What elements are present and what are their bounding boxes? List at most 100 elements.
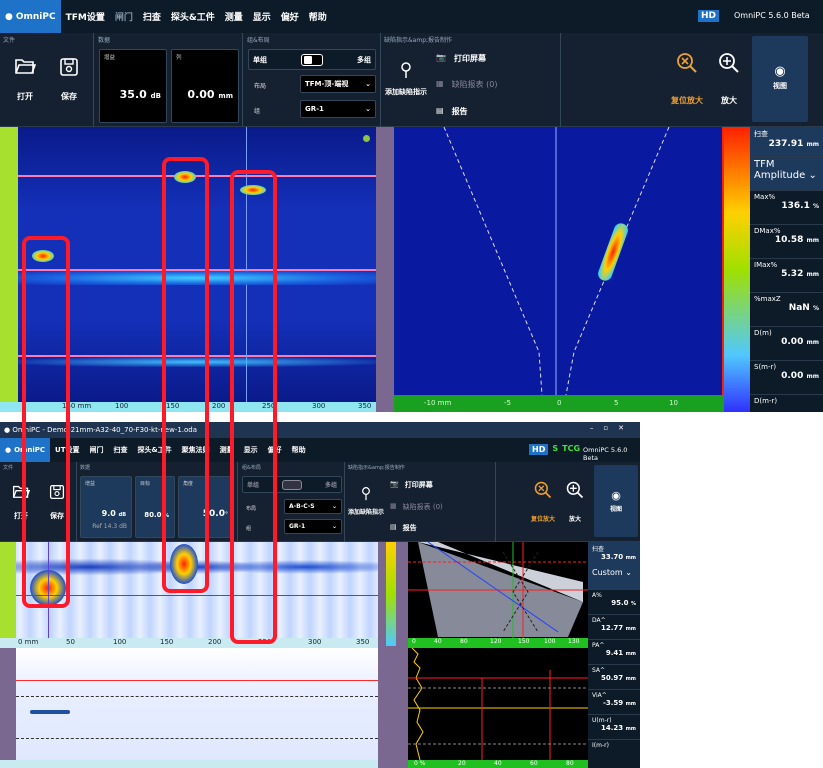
readout-imr: I(m-r): [592, 742, 609, 749]
report-button[interactable]: ▤ 报告: [436, 106, 468, 117]
add-defect-button[interactable]: 添加缺陷指示: [346, 486, 386, 517]
amplitude-palette: [724, 127, 750, 412]
c-scan-axis: 0 mm 50 100 150 200 250 300 350: [0, 638, 378, 648]
menu-measure[interactable]: 测量: [220, 10, 248, 23]
chevron-down-icon: ⌄: [331, 503, 337, 510]
zoom-in-icon: [566, 481, 584, 499]
column-label: 列: [176, 55, 182, 61]
section-data: 数据: [98, 37, 111, 44]
s-scan-view[interactable]: [408, 542, 588, 638]
open-button[interactable]: 打开: [8, 57, 42, 102]
menu-display[interactable]: 显示: [248, 10, 276, 23]
gain-label: 增益: [104, 55, 116, 61]
zoom-button[interactable]: 放大: [562, 480, 588, 523]
layout-select[interactable]: TFM-顶-端视 ⌄: [300, 75, 376, 93]
divider: [242, 33, 243, 127]
layout-select[interactable]: A-B-C-S ⌄: [284, 499, 342, 514]
b-scan-view[interactable]: [394, 127, 724, 395]
print-screen-button[interactable]: 📷 打印屏幕: [390, 480, 433, 490]
reset-zoom-button[interactable]: 复位放大: [525, 480, 561, 523]
toggle-switch[interactable]: [282, 479, 302, 490]
window-controls[interactable]: –▫✕: [590, 424, 634, 432]
eye-icon: ◉: [611, 489, 621, 502]
omnipc-logo[interactable]: ● OmniPC: [0, 0, 61, 33]
menu-scan[interactable]: 扫查: [138, 10, 166, 23]
group-select[interactable]: GR-1 ⌄: [284, 519, 342, 534]
gain-field[interactable]: 增益 9.0 dB Ref 14.3 dB: [80, 476, 132, 538]
section-group: 组&布局: [247, 37, 270, 44]
zoom-in-icon: [719, 53, 739, 73]
readout-via: ViA^ -3.59 mm: [588, 690, 640, 715]
readout-da: DA^ 12.77 mm: [588, 615, 640, 640]
save-icon: [60, 58, 78, 76]
menu-probe[interactable]: 探头&工件: [166, 10, 220, 23]
save-label: 保存: [61, 92, 77, 101]
bottom-readout-panel: 扫查 33.70 mm Custom ⌄ A% 95.0 % DA^ 12.77 mm…: [588, 542, 640, 768]
group-mode-toggle[interactable]: 单组 多组: [248, 49, 376, 70]
cursor-line[interactable]: [16, 595, 378, 596]
readout-scan: 扫查 33.70 mm: [588, 542, 640, 566]
report-button[interactable]: ▤ 报告: [390, 523, 417, 533]
bottom-ribbon: 文件 数据 组&布局 缺陷指示&amp;报告制作 打开 保存 增益 9.0 dB…: [0, 462, 640, 542]
view-button[interactable]: ◉ 视图: [594, 465, 638, 537]
top-readout-panel: 扫查 237.91 mm TFM Amplitude ⌄ Max% 136.1 % …: [750, 127, 823, 412]
beam-outline: [443, 127, 670, 395]
menu-scan[interactable]: 扫查: [108, 445, 132, 455]
clipboard-icon: ▤: [390, 523, 397, 531]
view-button[interactable]: ◉ 视图: [752, 36, 808, 122]
highlight-box: [230, 170, 277, 644]
toggle-switch[interactable]: [301, 53, 323, 66]
readout-dmax: DMax% 10.58 mm: [750, 225, 823, 259]
readout-dm: D(m) 0.00 mm: [750, 327, 823, 361]
readout-umr: U(m-r) 14.23 mm: [588, 715, 640, 740]
gate-line[interactable]: [16, 680, 378, 681]
chevron-down-icon: ⌄: [365, 80, 371, 88]
sector-plot: [408, 542, 588, 638]
gain-field[interactable]: 增益 35.0 dB: [99, 49, 167, 123]
color-scale-bar: [0, 127, 18, 402]
divider: [380, 33, 381, 127]
chevron-down-icon: ⌄: [625, 568, 632, 577]
a-scan-axis: 0 % 20 40 60 80: [408, 760, 588, 768]
depth-ruler: [376, 127, 394, 412]
group-select[interactable]: GR-1 ⌄: [300, 100, 376, 118]
save-button[interactable]: 保存: [52, 57, 86, 102]
readout-a: A% 95.0 %: [588, 590, 640, 615]
status-badges: HD S TCG: [529, 444, 580, 455]
single-group-label: 单组: [253, 55, 267, 64]
chevron-down-icon: ⌄: [365, 105, 371, 113]
defect-table-button[interactable]: ▦ 缺陷报表 (0): [436, 79, 497, 90]
a-scan-view[interactable]: [408, 648, 588, 760]
highlight-box: [162, 157, 209, 593]
column-field[interactable]: 列 0.00 mm: [171, 49, 239, 123]
zoom-button[interactable]: 放大: [713, 51, 745, 106]
menu-gate[interactable]: 闸门: [110, 10, 138, 23]
defect-table-button[interactable]: ▦ 缺陷报表 (0): [390, 502, 443, 512]
menu-gate[interactable]: 闸门: [84, 445, 108, 455]
depth-ruler: [378, 542, 408, 768]
color-scale-bar: [0, 542, 16, 638]
menu-tfm[interactable]: TFM设置: [61, 10, 110, 23]
menu-pref[interactable]: 偏好: [276, 10, 304, 23]
pin-icon: [401, 62, 411, 78]
pin-icon: [362, 487, 370, 501]
reset-zoom-button[interactable]: 复位放大: [665, 51, 709, 106]
add-defect-button[interactable]: 添加缺陷指示: [384, 61, 428, 97]
logo-icon: ●: [5, 11, 13, 22]
measure-set-select[interactable]: Custom ⌄: [588, 566, 640, 590]
d-scan-view[interactable]: [0, 648, 378, 760]
section-file: 文件: [3, 37, 16, 44]
readout-maxz: %maxZ NaN %: [750, 293, 823, 327]
status-dot: [363, 135, 370, 142]
table-icon: ▦: [436, 79, 444, 88]
measure-set-select[interactable]: TFM Amplitude ⌄: [750, 157, 823, 191]
print-screen-button[interactable]: 📷 打印屏幕: [436, 53, 486, 64]
gain-value: 35.0 dB: [119, 88, 161, 101]
camera-icon: 📷: [390, 480, 399, 488]
menu-help[interactable]: 帮助: [287, 445, 311, 455]
open-label: 打开: [17, 92, 33, 101]
b-scan-axis: -10 mm -5 0 5 10: [394, 395, 724, 412]
readout-dmr: D(m-r): [754, 397, 778, 405]
eye-icon: ◉: [774, 64, 786, 79]
menu-help[interactable]: 帮助: [304, 10, 332, 23]
